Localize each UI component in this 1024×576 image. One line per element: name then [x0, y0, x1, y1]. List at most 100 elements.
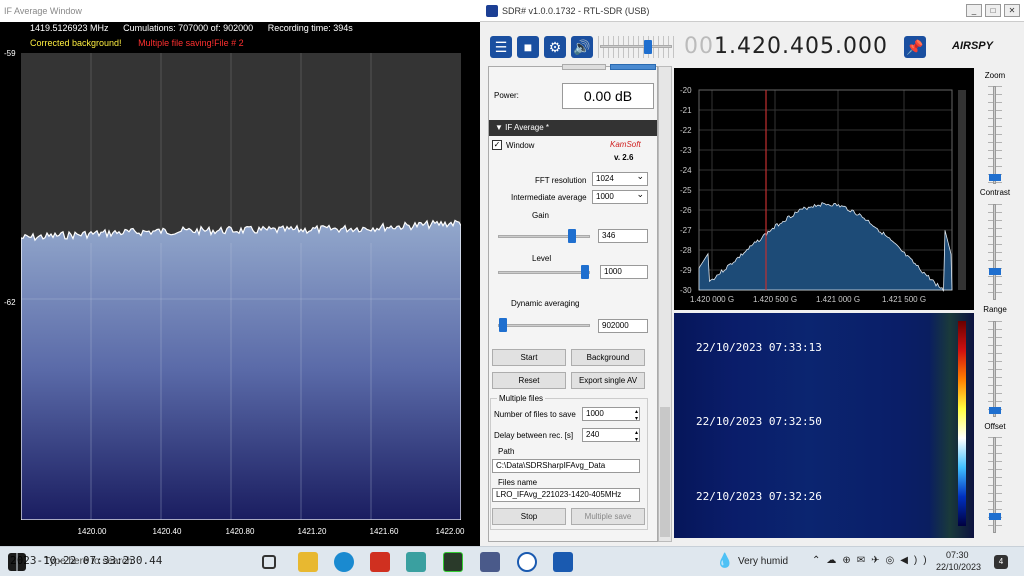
dynamic-averaging-thumb[interactable] [499, 318, 507, 332]
app-icon[interactable] [406, 552, 426, 572]
fft-resolution-select[interactable]: 1024 [592, 172, 648, 186]
app-icon[interactable] [370, 552, 390, 572]
settings-button[interactable]: ⚙ [544, 36, 566, 58]
path-input[interactable]: C:\Data\SDRSharpIFAvg_Data [492, 459, 640, 473]
frequency-value: 1.420.405.000 [714, 34, 888, 59]
sdrsharp-app-icon [486, 5, 498, 17]
zoom-knob[interactable] [989, 174, 1001, 181]
gain-slider-thumb[interactable] [568, 229, 576, 243]
volume-slider[interactable] [600, 45, 672, 48]
cumulations: Cumulations: 707000 of: 902000 [123, 23, 254, 33]
minimize-button[interactable]: _ [966, 4, 982, 17]
y-tick-label: -59 [4, 49, 16, 58]
intermediate-average-label: Intermediate average [511, 193, 587, 202]
app-icon[interactable] [480, 552, 500, 572]
panel-partial-control[interactable] [562, 64, 606, 70]
delay-input[interactable]: 240 [582, 428, 640, 442]
gain-slider[interactable] [498, 235, 590, 238]
offset-knob[interactable] [989, 513, 1001, 520]
sdrsharp-taskbar-icon[interactable] [553, 552, 573, 572]
level-slider[interactable] [498, 271, 590, 274]
status-corrected: Corrected background! [30, 38, 122, 48]
if-average-window: IF Average Window 1419.5126923 MHz Cumul… [0, 0, 480, 546]
path-label: Path [498, 447, 515, 456]
gain-value[interactable]: 346 [598, 229, 648, 243]
airspy-logo: AIRSPY [952, 40, 993, 52]
weather-icon: 💧 [716, 552, 734, 568]
spectrum-graph: -20 -21 -22 -23 -24 -25 -26 -27 -28 -29 -30 1.420 … [680, 86, 966, 304]
x-tick-label: 1420.00 [77, 527, 107, 536]
level-value[interactable]: 1000 [600, 265, 648, 279]
if-average-titlebar[interactable]: IF Average Window [0, 0, 480, 22]
edge-icon[interactable] [334, 552, 354, 572]
x-tick-label: 1421.60 [369, 527, 399, 536]
panel-partial-control[interactable] [610, 64, 656, 70]
x-tick-label: 1422.00 [435, 527, 465, 536]
waterfall-display[interactable]: 22/10/2023 07:33:13 22/10/2023 07:32:50 … [674, 313, 974, 538]
clock-date[interactable]: 22/10/2023 [936, 562, 981, 572]
clock-time[interactable]: 07:30 [946, 550, 969, 560]
reset-button[interactable]: Reset [492, 372, 566, 389]
spectrum-analyzer[interactable]: -20 -21 -22 -23 -24 -25 -26 -27 -28 -29 -30 1.420 … [674, 68, 974, 310]
range-knob[interactable] [989, 407, 1001, 414]
clock-app-icon[interactable] [517, 552, 537, 572]
spectrum-y-tick: -24 [680, 166, 692, 175]
audio-button[interactable]: 🔊 [571, 36, 593, 58]
multiple-save-button[interactable]: Multiple save [571, 508, 645, 525]
spectrum-y-tick: -23 [680, 146, 692, 155]
spectrum-y-tick: -29 [680, 266, 692, 275]
stop-button[interactable]: ■ [517, 36, 539, 58]
monitor-app-icon[interactable] [443, 552, 463, 572]
dynamic-averaging-label: Dynamic averaging [511, 299, 580, 308]
section-title: IF Average * [505, 123, 550, 132]
spectrum-x-tick: 1.420 500 G [753, 295, 797, 304]
close-button[interactable]: ✕ [1004, 4, 1020, 17]
window-checkbox[interactable]: ✓ [492, 140, 502, 150]
if-average-section-header[interactable]: ▼ IF Average * [489, 120, 657, 136]
export-single-av-button[interactable]: Export single AV [571, 372, 645, 389]
panel-scrollbar[interactable] [658, 66, 672, 542]
stop-recording-button[interactable]: Stop [492, 508, 566, 525]
pin-button[interactable]: 📌 [904, 36, 926, 58]
spectrum-x-tick: 1.421 500 G [882, 295, 926, 304]
task-view-icon[interactable] [262, 555, 276, 569]
sdrsharp-titlebar[interactable]: SDR# v1.0.0.1732 - RTL-SDR (USB) _ □ ✕ [480, 0, 1024, 22]
frequency-display[interactable]: 001.420.405.000 [684, 34, 888, 59]
dynamic-averaging-slider[interactable] [498, 324, 590, 327]
file-explorer-icon[interactable] [298, 552, 318, 572]
spectrum-y-tick: -20 [680, 86, 692, 95]
files-name-label: Files name [498, 478, 538, 487]
notification-badge[interactable]: 4 [994, 555, 1008, 569]
waterfall-timestamp: 22/10/2023 07:32:26 [696, 490, 822, 503]
weather-text[interactable]: Very humid [738, 556, 788, 567]
center-frequency: 1419.5126923 MHz [30, 23, 109, 33]
power-label: Power: [494, 91, 519, 100]
offset-label: Offset [984, 422, 1006, 431]
contrast-knob[interactable] [989, 268, 1001, 275]
status-line: Corrected background! Multiple file savi… [30, 38, 244, 48]
intermediate-average-select[interactable]: 1000 [592, 190, 648, 204]
version-label: v. 2.6 [614, 153, 634, 162]
files-name-input[interactable]: LRO_IFAvg_221023-1420-405MHz [492, 488, 640, 502]
scrollbar-thumb[interactable] [660, 407, 670, 537]
spectrum-y-tick: -28 [680, 246, 692, 255]
number-of-files-input[interactable]: 1000 [582, 407, 640, 421]
spectrum-y-tick: -30 [680, 286, 692, 295]
background-button[interactable]: Background [571, 349, 645, 366]
start-button[interactable]: Start [492, 349, 566, 366]
range-slider[interactable] [988, 321, 1002, 417]
fft-resolution-label: FFT resolution [535, 176, 587, 185]
kamsoft-label: KamSoft [610, 140, 641, 149]
level-slider-thumb[interactable] [581, 265, 589, 279]
maximize-button[interactable]: □ [985, 4, 1001, 17]
offset-slider[interactable] [988, 437, 1002, 533]
dynamic-averaging-value[interactable]: 902000 [598, 319, 648, 333]
speaker-icon: 🔊 [573, 39, 591, 55]
volume-slider-thumb[interactable] [644, 40, 652, 54]
contrast-label: Contrast [979, 188, 1011, 197]
menu-button[interactable]: ☰ [490, 36, 512, 58]
zoom-slider[interactable] [988, 86, 1002, 184]
contrast-slider[interactable] [988, 204, 1002, 300]
spectrum-y-tick: -27 [680, 226, 692, 235]
tray-icons[interactable]: ⌃☁⊕✉✈◎◀)) [812, 555, 933, 566]
